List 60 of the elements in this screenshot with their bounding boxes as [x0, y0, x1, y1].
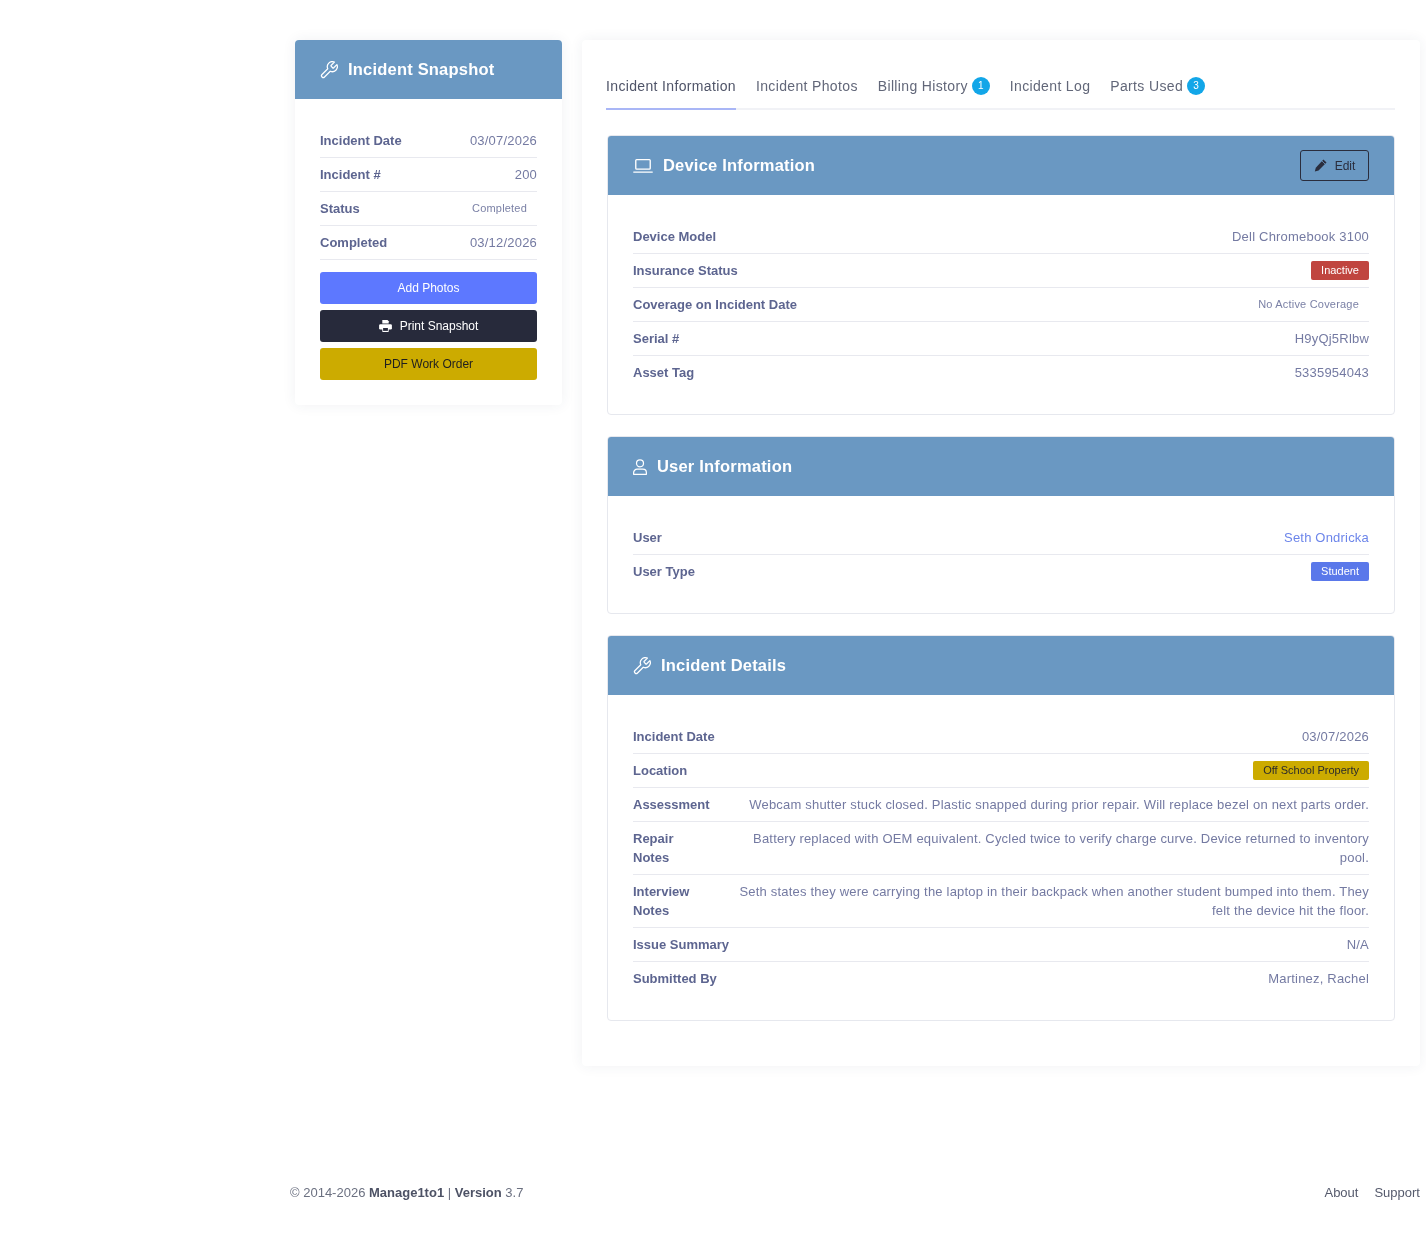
field-label: Assessment [633, 796, 710, 814]
field-label: User [633, 529, 662, 547]
laptop-icon [633, 158, 653, 173]
wrench-icon [633, 656, 651, 675]
tab[interactable]: Incident Photos [755, 64, 858, 110]
pencil-icon [1313, 159, 1327, 172]
field-label: Completed [320, 234, 388, 252]
field-value: H9yQj5Rlbw [1294, 330, 1369, 348]
field-value: 03/07/2026 [469, 132, 537, 150]
user-link[interactable]: Seth Ondricka [1284, 528, 1369, 547]
field-value: Martinez, Rachel [1268, 970, 1369, 988]
tab[interactable]: Billing History 1 [877, 64, 990, 110]
field-label: Repair Notes [633, 830, 675, 867]
tab[interactable]: Incident Log [1009, 64, 1091, 110]
field-label: Insurance Status [633, 262, 738, 280]
section-title: Device Information [663, 156, 816, 175]
tab[interactable]: Incident Information [606, 64, 736, 110]
field-value: N/A [1346, 936, 1369, 954]
field-label: Incident Date [320, 132, 402, 150]
footer-link[interactable]: Support [1374, 1183, 1420, 1203]
status-text: No Active Coverage [1257, 297, 1360, 312]
wrench-icon [320, 60, 338, 79]
field-value: 03/07/2026 [1301, 728, 1369, 746]
edit-button[interactable]: Edit [1300, 150, 1369, 181]
field-label: Interview Notes [633, 883, 691, 920]
section-title: Incident Details [661, 656, 787, 675]
printer-icon [378, 320, 392, 332]
footer-link[interactable]: About [1324, 1183, 1359, 1203]
field-value: 5335954043 [1294, 364, 1369, 382]
field-label: Serial # [633, 330, 680, 348]
field-value: Webcam shutter stuck closed. Plastic snapped during prior repair. Will replace bezel on next parts order. [749, 796, 1369, 814]
field-label: Asset Tag [633, 364, 695, 382]
field-label: Status [320, 200, 360, 218]
field-label: Issue Summary [633, 936, 730, 954]
field-value: 03/12/2026 [469, 234, 537, 252]
field-value: 200 [514, 166, 537, 184]
count-badge: 3 [1187, 77, 1206, 95]
status-badge: Off School Property [1253, 761, 1369, 780]
pdf-button[interactable]: PDF Work Order [320, 348, 537, 380]
copyright-text: © 2014-2026 Manage1to1 | Version 3.7 [290, 1184, 524, 1202]
add-photos-button[interactable]: Add Photos [320, 272, 537, 304]
field-label: Incident Date [633, 728, 715, 746]
user-icon [633, 458, 647, 475]
field-value: Seth states they were carrying the laptop in their backpack when another student bumped into them. They felt the device hit the floor. [738, 883, 1369, 920]
field-value: Dell Chromebook 3100 [1232, 228, 1369, 246]
field-label: Incident # [320, 166, 381, 184]
field-label: Submitted By [633, 970, 717, 988]
print-button[interactable]: Print Snapshot [320, 310, 537, 342]
field-label: Device Model [633, 228, 717, 246]
count-badge: 1 [971, 77, 990, 95]
field-label: Location [633, 762, 688, 780]
status-badge: Inactive [1311, 261, 1369, 280]
card-title: Incident Snapshot [348, 60, 495, 79]
field-label: Coverage on Incident Date [633, 296, 797, 314]
section-title: User Information [657, 457, 793, 476]
field-value: Battery replaced with OEM equivalent. Cycled twice to verify charge curve. Device returned to inventory pool. [752, 830, 1369, 867]
field-label: User Type [633, 563, 695, 581]
status-text: Completed [471, 201, 528, 216]
tab[interactable]: Parts Used 3 [1110, 64, 1206, 110]
status-badge: Student [1311, 562, 1369, 581]
